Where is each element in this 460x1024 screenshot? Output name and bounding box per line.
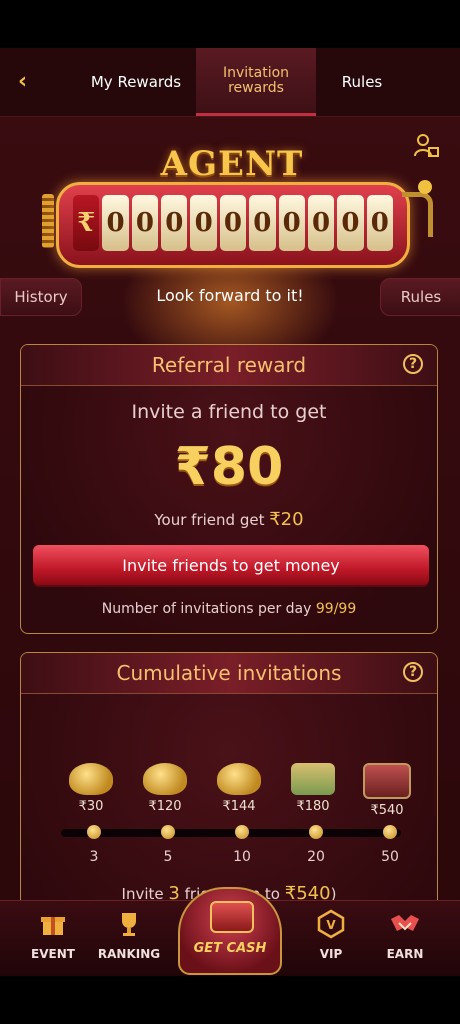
milestone-dot xyxy=(161,825,175,839)
jackpot-digit: 0 xyxy=(307,195,335,251)
cumulative-card-title: Cumulative invitations xyxy=(116,661,342,685)
tab-my-rewards[interactable]: My Rewards xyxy=(76,48,196,116)
lever-icon xyxy=(402,192,433,237)
nav-earn[interactable]: EARN xyxy=(370,909,440,961)
coin-pile-icon xyxy=(69,763,113,795)
jackpot-rules-button[interactable]: Rules xyxy=(380,278,460,316)
jackpot-digit: 0 xyxy=(161,195,188,251)
back-arrow-icon[interactable]: ‹ xyxy=(18,70,42,94)
bottom-navigation: EVENT RANKING GET CASH V VIP EARN xyxy=(0,887,460,976)
jackpot-digit: 0 xyxy=(249,195,276,251)
cash-stack-icon xyxy=(291,763,335,795)
reward-value: ₹180 xyxy=(296,799,330,814)
screen: ‹ My Rewards Invitation rewards Rules AG… xyxy=(0,48,460,976)
referral-reward-card: Referral reward ? Invite a friend to get… xyxy=(20,344,438,634)
jackpot-machine: ₹ 0 0 0 0 0 0 0 0 0 0 xyxy=(56,182,410,268)
friend-get-line: Your friend get ₹20 xyxy=(21,509,437,530)
jackpot-digit: 0 xyxy=(366,195,393,251)
threshold-label: 3 xyxy=(89,849,99,865)
trophy-icon xyxy=(113,909,145,941)
get-cash-label: GET CASH xyxy=(193,941,267,956)
coin-stack-icon xyxy=(143,763,187,795)
nav-earn-label: EARN xyxy=(386,947,424,961)
reward-value: ₹144 xyxy=(222,799,256,814)
reward-tier: ₹180 xyxy=(283,763,343,814)
top-navigation: ‹ My Rewards Invitation rewards Rules xyxy=(0,48,460,117)
jackpot-digit: 0 xyxy=(278,195,305,251)
treasure-chest-icon xyxy=(210,901,254,933)
treasure-chest-icon xyxy=(363,763,411,799)
friend-get-amount: ₹20 xyxy=(269,509,304,530)
per-day-count: 99/99 xyxy=(315,601,357,617)
nav-ranking[interactable]: RANKING xyxy=(94,909,164,961)
per-day-label: Number of invitations per day xyxy=(101,601,312,617)
referral-amount: ₹80 xyxy=(174,437,284,497)
referral-card-header: Referral reward ? xyxy=(21,345,437,386)
cumulative-card-header: Cumulative invitations ? xyxy=(21,653,437,694)
reward-value: ₹120 xyxy=(148,799,182,814)
history-button[interactable]: History xyxy=(0,278,82,316)
jackpot-message: Look forward to it! xyxy=(156,286,304,305)
get-cash-button[interactable]: GET CASH xyxy=(178,887,282,975)
milestone-dot xyxy=(87,825,101,839)
nav-vip[interactable]: V VIP xyxy=(296,909,366,961)
jackpot-digit: 0 xyxy=(337,195,364,251)
jackpot-digit: 0 xyxy=(219,195,247,251)
threshold-label: 5 xyxy=(163,849,173,865)
coins-gems-icon xyxy=(217,763,261,795)
agent-jackpot-banner: AGENT JACKPOT ₹ 0 0 0 0 0 0 0 0 0 0 xyxy=(42,144,433,304)
threshold-label: 10 xyxy=(233,849,251,865)
reward-tier: ₹540 xyxy=(357,763,417,818)
svg-text:V: V xyxy=(326,918,336,932)
threshold-label: 20 xyxy=(307,849,325,865)
progress-track xyxy=(61,825,401,839)
milestone-dot xyxy=(235,825,249,839)
milestone-dot xyxy=(383,825,397,839)
reward-tier: ₹120 xyxy=(135,763,195,814)
vip-badge-icon: V xyxy=(315,909,347,941)
nav-vip-label: VIP xyxy=(319,947,343,961)
nav-event[interactable]: EVENT xyxy=(18,909,88,961)
spring-icon xyxy=(42,194,54,248)
milestone-dot xyxy=(309,825,323,839)
help-icon[interactable]: ? xyxy=(403,354,423,374)
threshold-label: 50 xyxy=(381,849,399,865)
handshake-icon xyxy=(389,909,421,941)
jackpot-digit: 0 xyxy=(131,195,159,251)
invite-line: Invite a friend to get xyxy=(131,401,327,423)
reward-tier: ₹30 xyxy=(61,763,121,814)
invite-friends-button[interactable]: Invite friends to get money xyxy=(33,545,429,585)
lever-knob-icon xyxy=(418,180,432,194)
reward-tier: ₹144 xyxy=(209,763,269,814)
referral-card-title: Referral reward xyxy=(151,353,307,377)
reward-value: ₹540 xyxy=(370,803,404,818)
reward-value: ₹30 xyxy=(78,799,104,814)
invitations-per-day: Number of invitations per day 99/99 xyxy=(21,601,437,617)
nav-ranking-label: RANKING xyxy=(97,947,161,961)
gift-icon xyxy=(37,909,69,941)
friend-get-label: Your friend get xyxy=(154,511,265,529)
jackpot-currency: ₹ xyxy=(73,195,100,251)
tab-rules[interactable]: Rules xyxy=(316,48,408,116)
jackpot-digit: 0 xyxy=(102,195,129,251)
tab-invitation-rewards[interactable]: Invitation rewards xyxy=(196,48,316,116)
jackpot-digits: ₹ 0 0 0 0 0 0 0 0 0 0 xyxy=(73,195,393,251)
help-icon[interactable]: ? xyxy=(403,662,423,682)
jackpot-digit: 0 xyxy=(190,195,217,251)
reward-tiers: ₹30 ₹120 ₹144 ₹180 ₹540 xyxy=(51,763,411,823)
nav-event-label: EVENT xyxy=(31,947,75,961)
